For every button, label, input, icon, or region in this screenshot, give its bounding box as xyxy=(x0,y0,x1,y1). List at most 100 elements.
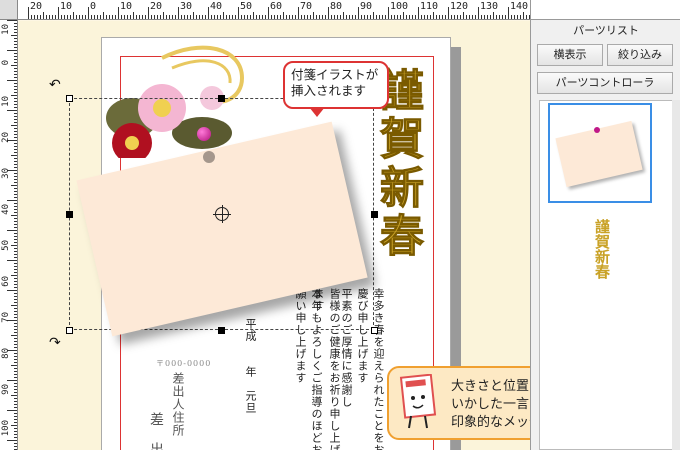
ruler-tick xyxy=(124,15,125,19)
vertical-scrollbar[interactable] xyxy=(672,100,680,450)
ruler-tick xyxy=(14,26,17,27)
ruler-tick xyxy=(109,15,110,19)
ruler-tick xyxy=(409,15,410,19)
ruler-tick xyxy=(14,359,17,360)
ruler-tick xyxy=(14,158,17,159)
ruler-tick xyxy=(14,434,17,435)
ruler-tick xyxy=(14,392,17,393)
ruler-tick xyxy=(475,15,476,19)
ruler-tick xyxy=(220,15,221,19)
ruler-tick xyxy=(94,15,95,19)
ruler-tick xyxy=(14,254,17,255)
ruler-tick xyxy=(460,15,461,19)
ruler-tick xyxy=(472,15,473,19)
ruler-tick xyxy=(130,15,131,19)
ruler-tick xyxy=(14,119,17,120)
ruler-tick xyxy=(14,104,17,105)
greeting-char: 賀 xyxy=(593,234,611,249)
parts-thumbnail-selected[interactable] xyxy=(548,103,652,203)
ruler-tick xyxy=(14,314,17,315)
ruler-tick xyxy=(334,15,335,19)
ruler-tick xyxy=(463,12,464,19)
resize-handle-br[interactable] xyxy=(371,327,378,334)
ruler-tick xyxy=(14,209,17,210)
ruler-tick xyxy=(7,230,17,231)
ruler-tick xyxy=(211,15,212,19)
ruler-tick xyxy=(14,413,17,414)
parts-controller-button[interactable]: パーツコントローラ xyxy=(537,72,673,94)
ruler-tick xyxy=(322,15,323,19)
ruler-tick xyxy=(14,203,17,204)
resize-handle-right[interactable] xyxy=(371,211,378,218)
ruler-tick xyxy=(28,7,29,19)
ruler-tick xyxy=(14,32,17,33)
resize-handle-bl[interactable] xyxy=(66,327,73,334)
ruler-tick xyxy=(14,62,17,63)
ruler-tick xyxy=(14,443,17,444)
ruler-tick xyxy=(11,155,17,156)
ruler-tick xyxy=(247,15,248,19)
rotate-handle-icon[interactable]: ↷ xyxy=(49,335,61,351)
ruler-tick xyxy=(331,15,332,19)
ruler-tick xyxy=(14,356,17,357)
ruler-tick xyxy=(14,338,17,339)
pushpin-icon xyxy=(197,127,211,141)
ruler-tick xyxy=(14,191,17,192)
parts-thumbnail-list[interactable]: 謹賀新春 xyxy=(539,100,679,450)
ruler-tick xyxy=(14,398,17,399)
ruler-tick xyxy=(14,116,17,117)
design-canvas[interactable]: 謹 賀 新 春 幸多き春を迎えられたことをお慶び申し上げます 平素のご厚情に感謝… xyxy=(19,21,530,450)
ruler-tick xyxy=(172,15,173,19)
ruler-tick xyxy=(142,15,143,19)
ruler-tick xyxy=(14,404,17,405)
ruler-tick xyxy=(493,12,494,19)
ruler-tick xyxy=(466,15,467,19)
horizontal-view-button[interactable]: 横表示 xyxy=(537,44,603,66)
ruler-tick xyxy=(14,29,17,30)
ruler-tick xyxy=(52,15,53,19)
ruler-tick xyxy=(487,15,488,19)
ruler-tick xyxy=(166,15,167,19)
ruler-tick xyxy=(370,15,371,19)
resize-handle-top[interactable] xyxy=(218,95,225,102)
ruler-tick xyxy=(14,416,17,417)
ruler-label: 30 xyxy=(180,1,193,12)
ruler-tick xyxy=(352,15,353,19)
filter-button[interactable]: 絞り込み xyxy=(607,44,673,66)
ruler-tick xyxy=(58,7,59,19)
ruler-tick xyxy=(175,15,176,19)
ruler-tick xyxy=(14,347,17,348)
rotate-handle-icon[interactable]: ↶ xyxy=(49,77,61,93)
ruler-tick xyxy=(262,15,263,19)
resize-handle-tl[interactable] xyxy=(66,95,73,102)
ruler-tick xyxy=(14,299,17,300)
ruler-tick xyxy=(184,15,185,19)
ruler-label: 110 xyxy=(420,1,439,12)
ruler-label: 20 xyxy=(1,132,11,143)
ruler-tick xyxy=(14,353,17,354)
ruler-tick xyxy=(14,308,17,309)
ruler-tick xyxy=(196,15,197,19)
ruler-tick xyxy=(325,15,326,19)
ruler-label: 130 xyxy=(480,1,499,12)
ruler-tick xyxy=(151,15,152,19)
parts-thumbnail[interactable]: 謹賀新春 xyxy=(548,211,652,449)
ruler-tick xyxy=(14,221,17,222)
center-crosshair-icon[interactable] xyxy=(213,205,231,223)
ruler-tick xyxy=(14,317,17,318)
ruler-tick xyxy=(11,275,17,276)
ruler-tick xyxy=(14,179,17,180)
ruler-label: 140 xyxy=(510,1,529,12)
ruler-tick xyxy=(67,15,68,19)
ruler-tick xyxy=(14,377,17,378)
ruler-tick xyxy=(14,89,17,90)
ruler-tick xyxy=(11,95,17,96)
top-ruler: 20 10 0 10 20 30 40 50 60 70 80 90 100 110 120 130 140 xyxy=(0,0,530,20)
ruler-tick xyxy=(133,12,134,19)
resize-handle-bottom[interactable] xyxy=(218,327,225,334)
ruler-tick xyxy=(11,35,17,36)
ruler-tick xyxy=(382,15,383,19)
ruler-tick xyxy=(14,38,17,39)
ruler-tick xyxy=(14,242,17,243)
resize-handle-left[interactable] xyxy=(66,211,73,218)
